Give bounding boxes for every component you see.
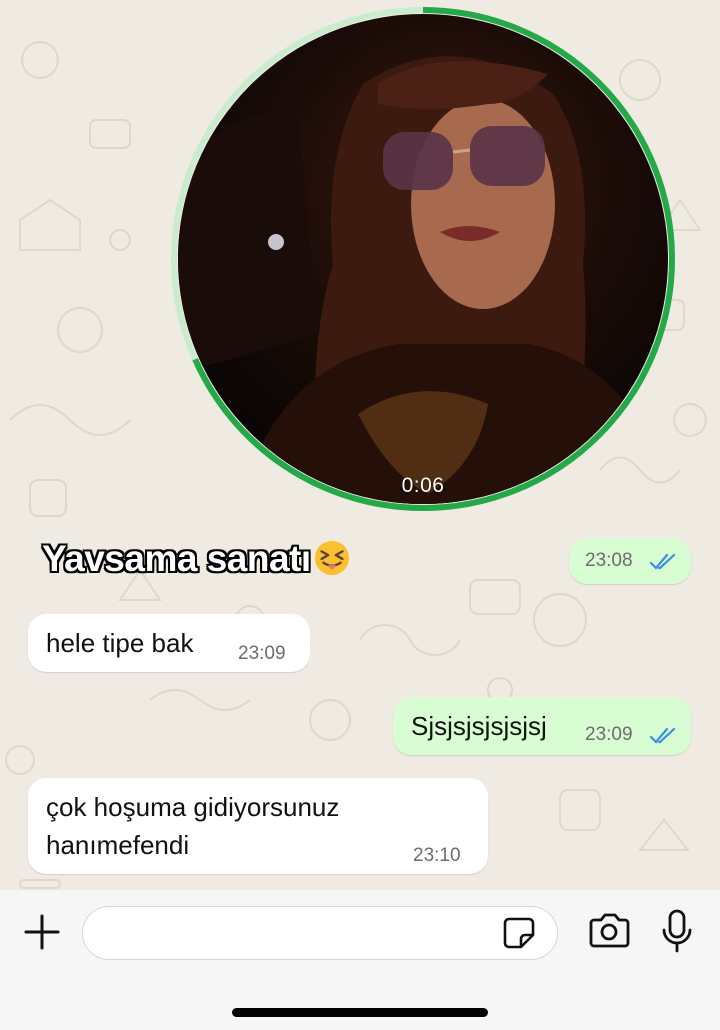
message-time: 23:09 bbox=[238, 643, 286, 664]
read-ticks-icon bbox=[649, 553, 676, 570]
squinting-face-with-tongue-icon bbox=[314, 540, 349, 576]
message-time: 23:08 bbox=[585, 550, 633, 571]
video-note[interactable]: 0:06 bbox=[170, 6, 676, 512]
read-ticks-icon bbox=[649, 727, 676, 744]
microphone-icon[interactable] bbox=[660, 908, 694, 954]
message-input[interactable] bbox=[101, 917, 495, 949]
caption-text: Yavsama sanatı bbox=[42, 538, 311, 579]
message-text-line: çok hoşuma gidiyorsunuz bbox=[46, 792, 340, 822]
plus-icon[interactable] bbox=[22, 912, 62, 952]
message-bubble-incoming[interactable]: çok hoşuma gidiyorsunuz hanımefendi 23:1… bbox=[28, 778, 488, 874]
message-bubble-outgoing[interactable]: 23:08 bbox=[569, 538, 691, 584]
message-time: 23:10 bbox=[413, 845, 461, 866]
message-time: 23:09 bbox=[585, 724, 633, 745]
sticker-icon[interactable] bbox=[501, 915, 537, 951]
message-text: Sjsjsjsjsjsjsj bbox=[411, 711, 547, 741]
caption-overlay: Yavsama sanatı bbox=[42, 538, 351, 580]
home-indicator bbox=[232, 1008, 488, 1017]
camera-icon[interactable] bbox=[587, 911, 631, 951]
video-duration: 0:06 bbox=[401, 474, 445, 497]
message-text: hele tipe bak bbox=[46, 628, 194, 658]
message-bubble-incoming[interactable]: hele tipe bak 23:09 bbox=[28, 614, 310, 672]
message-input-field[interactable] bbox=[82, 906, 558, 960]
message-bubble-outgoing[interactable]: Sjsjsjsjsjsjsj 23:09 bbox=[393, 697, 691, 755]
video-frame: 0:06 bbox=[178, 14, 668, 504]
message-text-line: hanımefendi bbox=[46, 830, 190, 860]
